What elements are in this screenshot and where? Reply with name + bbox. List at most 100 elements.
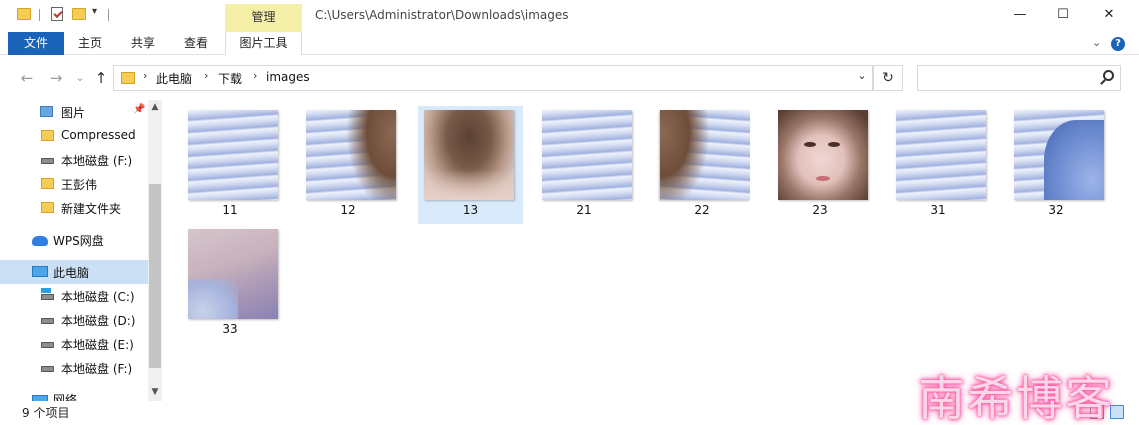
sidebar-item-compressed[interactable]: Compressed: [0, 124, 148, 148]
sidebar-item-label: 本地磁盘 (D:): [61, 314, 136, 328]
pin-icon[interactable]: 📌: [133, 104, 145, 115]
sidebar-item-label: 本地磁盘 (F:): [61, 154, 133, 168]
chevron-right-icon[interactable]: ›: [143, 69, 147, 82]
image-thumbnail: [778, 110, 868, 200]
pc-icon: [32, 266, 48, 277]
address-bar[interactable]: › 此电脑 › 下载 › images: [113, 65, 873, 91]
file-item[interactable]: 12: [300, 106, 396, 224]
sidebar-item-label: 本地磁盘 (C:): [61, 290, 135, 304]
sidebar-item-pictures[interactable]: 图片 📌: [0, 100, 148, 124]
sidebar-scrollbar[interactable]: ▲ ▼: [148, 100, 162, 401]
search-icon: [1103, 70, 1114, 81]
sidebar-item-label: 此电脑: [53, 266, 90, 280]
file-name: 33: [222, 322, 238, 336]
file-name: 21: [576, 203, 592, 217]
sidebar-item-label: WPS网盘: [53, 234, 104, 248]
customize-toolbar-dropdown[interactable]: ▾: [92, 6, 97, 26]
help-icon[interactable]: ?: [1111, 37, 1125, 51]
file-name: 23: [812, 203, 828, 217]
sidebar-item-network[interactable]: 网络: [0, 387, 148, 401]
image-thumbnail: [896, 110, 986, 200]
sidebar-item-label: Compressed: [61, 128, 136, 142]
sidebar-item-label: 图片: [61, 106, 86, 120]
breadcrumb-downloads[interactable]: 下载: [218, 70, 242, 87]
file-name: 11: [222, 203, 238, 217]
image-thumbnail: [1014, 110, 1104, 200]
drive-icon: [41, 342, 54, 348]
refresh-button[interactable]: ↻: [873, 65, 903, 91]
folder-icon[interactable]: [17, 8, 31, 20]
cloud-icon: [32, 236, 48, 246]
scroll-down-icon[interactable]: ▼: [150, 387, 160, 397]
manage-context-tab[interactable]: 管理: [225, 4, 302, 32]
search-input[interactable]: [917, 65, 1121, 91]
back-button[interactable]: ←: [17, 68, 37, 88]
sidebar-item-label: 本地磁盘 (E:): [61, 338, 134, 352]
sidebar-item-label: 本地磁盘 (F:): [61, 362, 133, 376]
image-thumbnail: [306, 110, 396, 200]
sidebar-item-drive-f-quick[interactable]: 本地磁盘 (F:): [0, 148, 148, 172]
sidebar-item-wangpengwei[interactable]: 王彭伟: [0, 172, 148, 196]
scroll-up-icon[interactable]: ▲: [150, 102, 160, 112]
file-item[interactable]: 13: [418, 106, 523, 224]
recent-locations-button[interactable]: ⌄: [70, 68, 90, 88]
sidebar-item-label: 王彭伟: [61, 178, 98, 192]
file-name: 31: [930, 203, 946, 217]
file-item[interactable]: 33: [182, 225, 278, 343]
file-view: 11 12 13 21 22 23 31 32 33: [163, 100, 1139, 401]
breadcrumb-this-pc[interactable]: 此电脑: [156, 70, 192, 87]
sidebar-item-new-folder[interactable]: 新建文件夹: [0, 196, 148, 220]
image-thumbnail: [424, 110, 514, 200]
folder-icon: [41, 130, 54, 141]
tab-file[interactable]: 文件: [8, 32, 64, 55]
tab-home[interactable]: 主页: [70, 32, 110, 55]
sidebar-item-drive-d[interactable]: 本地磁盘 (D:): [0, 308, 148, 332]
image-thumbnail: [542, 110, 632, 200]
sidebar-item-drive-c[interactable]: 本地磁盘 (C:): [0, 284, 148, 308]
file-item[interactable]: 31: [890, 106, 986, 224]
file-item[interactable]: 32: [1008, 106, 1104, 224]
drive-icon: [41, 158, 54, 164]
tab-picture-tools[interactable]: 图片工具: [225, 32, 302, 55]
image-thumbnail: [660, 110, 750, 200]
folder-icon: [41, 202, 54, 213]
sidebar-item-drive-f[interactable]: 本地磁盘 (F:): [0, 356, 148, 380]
file-item[interactable]: 23: [772, 106, 868, 224]
title-bar: ▾ 管理 C:\Users\Administrator\Downloads\im…: [0, 0, 1139, 32]
file-item[interactable]: 22: [654, 106, 750, 224]
tab-share[interactable]: 共享: [123, 32, 163, 55]
separator: [108, 9, 109, 21]
sidebar-item-label: 网络: [53, 393, 78, 401]
file-item[interactable]: 11: [182, 106, 278, 224]
file-name: 13: [462, 203, 479, 217]
address-dropdown-icon[interactable]: ⌄: [852, 69, 872, 89]
windows-drive-icon: [41, 288, 54, 300]
maximize-button[interactable]: ☐: [1040, 0, 1086, 32]
scrollbar-thumb[interactable]: [149, 184, 161, 368]
window-title: C:\Users\Administrator\Downloads\images: [315, 8, 569, 22]
folder-icon: [41, 178, 54, 189]
minimize-button[interactable]: —: [997, 0, 1043, 32]
navigation-pane: 图片 📌 Compressed 本地磁盘 (F:) 王彭伟 新建文件夹 WPS网…: [0, 100, 162, 401]
item-count: 9 个项目: [22, 406, 70, 420]
expand-ribbon-icon[interactable]: ⌄: [1092, 36, 1101, 49]
new-folder-icon[interactable]: [72, 8, 86, 20]
drive-icon: [41, 366, 54, 372]
sidebar-item-drive-e[interactable]: 本地磁盘 (E:): [0, 332, 148, 356]
close-button[interactable]: ✕: [1086, 0, 1132, 32]
breadcrumb-images[interactable]: images: [266, 70, 310, 84]
properties-icon[interactable]: [51, 7, 63, 21]
file-name: 12: [340, 203, 356, 217]
sidebar-item-wps-cloud[interactable]: WPS网盘: [0, 228, 148, 252]
sidebar-item-this-pc[interactable]: 此电脑: [0, 260, 148, 284]
folder-icon: [121, 72, 135, 84]
chevron-right-icon[interactable]: ›: [253, 69, 257, 82]
drive-icon: [41, 318, 54, 324]
navigation-bar: ← → ⌄ ↑ › 此电脑 › 下载 › images ⌄ ↻: [0, 56, 1139, 100]
chevron-right-icon[interactable]: ›: [204, 69, 208, 82]
pictures-icon: [40, 106, 53, 117]
forward-button[interactable]: →: [46, 68, 66, 88]
up-button[interactable]: ↑: [91, 68, 111, 88]
tab-view[interactable]: 查看: [176, 32, 216, 55]
file-item[interactable]: 21: [536, 106, 632, 224]
